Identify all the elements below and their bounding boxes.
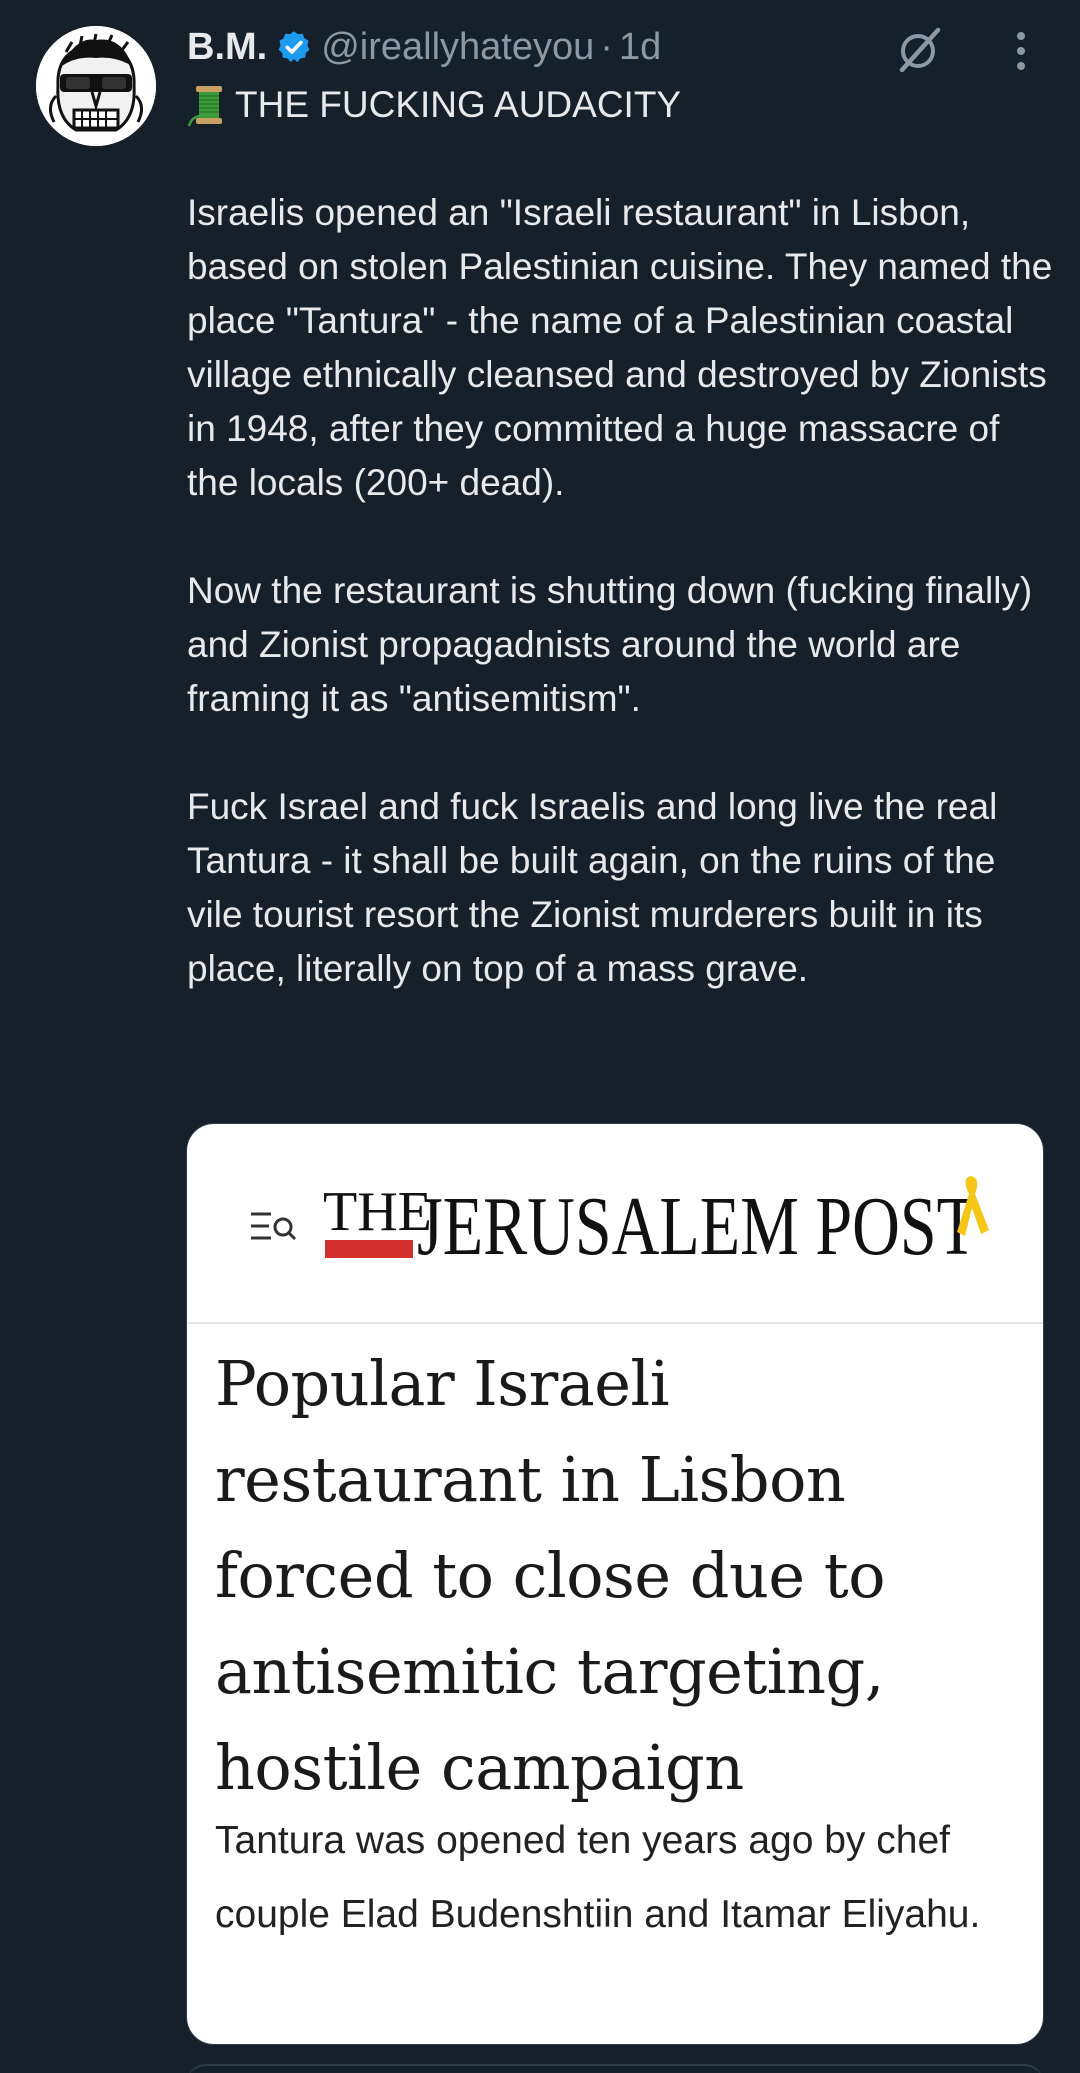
tweet-paragraph-2: Now the restaurant is shutting down (fuc…: [187, 570, 1033, 719]
article-subtext: Tantura was opened ten years ago by chef…: [215, 1819, 981, 1936]
logo-the-text: THE: [323, 1181, 432, 1243]
verified-badge-icon[interactable]: [276, 29, 312, 65]
article-headline: Popular Israeli restaurant in Lisbon for…: [215, 1347, 886, 1804]
tweet-text: THE FUCKING AUDACITY Israelis opened an …: [187, 78, 1057, 996]
separator-dot: ·: [600, 25, 613, 68]
tweet-paragraph-1: Israelis opened an "Israeli restaurant" …: [187, 192, 1053, 503]
tweet-text-line1: THE FUCKING AUDACITY: [187, 78, 1057, 132]
grok-icon[interactable]: [894, 24, 946, 76]
author-handle[interactable]: @ireallyhateyou: [321, 26, 594, 69]
menu-search-icon: [247, 1206, 299, 1246]
jerusalem-post-logo: THE JERUSALEM POST: [321, 1172, 1021, 1272]
tweet-paragraph-3: Fuck Israel and fuck Israelis and long l…: [187, 786, 998, 989]
jpost-masthead: THE JERUSALEM POST: [187, 1124, 1043, 1324]
avatar[interactable]: [36, 26, 156, 146]
avatar-image: [36, 26, 156, 146]
logo-name-text: JERUSALEM POST: [417, 1180, 977, 1272]
attached-image-card[interactable]: THE JERUSALEM POST Popular Israeli resta…: [186, 1123, 1044, 2045]
tweet-headline-text: THE FUCKING AUDACITY: [235, 84, 682, 125]
spool-of-thread-emoji-icon: [187, 82, 231, 128]
author-display-name[interactable]: B.M.: [187, 26, 267, 69]
tweet-header: B.M. @ireallyhateyou · 1d: [187, 22, 661, 72]
next-card-edge: [186, 2064, 1044, 2073]
tweet-timestamp[interactable]: 1d: [619, 26, 661, 69]
more-vertical-icon[interactable]: [1006, 28, 1036, 74]
